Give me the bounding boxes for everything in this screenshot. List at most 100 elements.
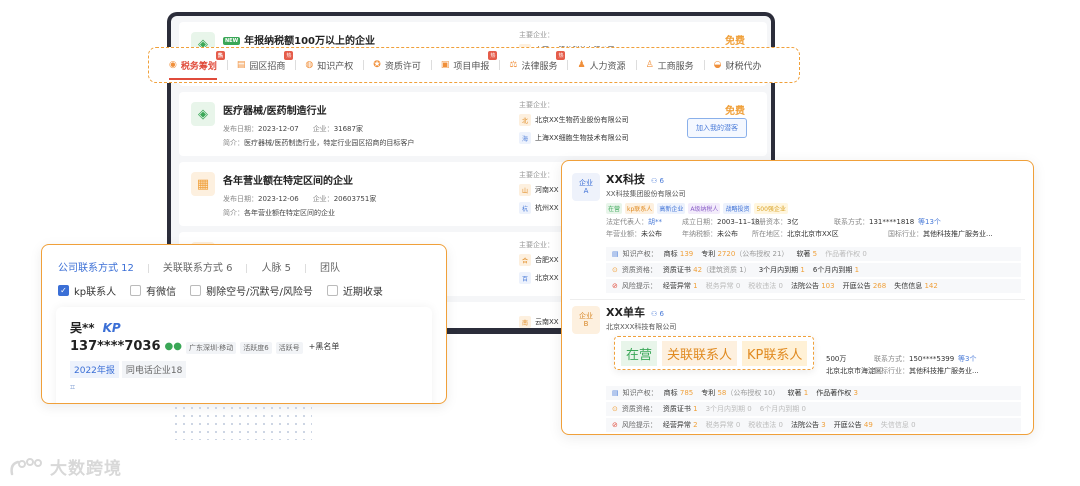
- stat-label: 失信信息: [894, 282, 923, 290]
- risk-item[interactable]: 失信信息 0: [881, 420, 916, 430]
- tab-label: 法律服务: [521, 61, 558, 72]
- risk-item[interactable]: 开庭公告 268: [843, 281, 887, 291]
- filter-checkbox[interactable]: 近期收录: [326, 283, 383, 298]
- main-company-item[interactable]: 海上海XX细胞生物技术有限公司: [519, 132, 629, 144]
- tab-6[interactable]: ⚖ 法律服务热: [509, 50, 569, 72]
- contact-tab[interactable]: 团队: [320, 259, 340, 274]
- risk-item[interactable]: 税务异常 0: [706, 420, 741, 430]
- year-badge[interactable]: 2022年报: [70, 361, 119, 378]
- building-icon: ▦: [191, 172, 215, 196]
- tab-2[interactable]: ▤ 园区招商热: [237, 50, 297, 72]
- contact-name-text: 吴**: [70, 321, 95, 335]
- qual-item[interactable]: 3个月内到期 1: [759, 265, 805, 275]
- stat-label: 6个月内到期: [759, 405, 800, 413]
- main-company-item[interactable]: 杭杭州XX: [519, 202, 559, 214]
- ip-item[interactable]: 商标 785: [664, 388, 694, 398]
- qual-item[interactable]: 3个月内到期 0: [706, 404, 752, 414]
- ip-item[interactable]: 软著 1: [788, 388, 809, 398]
- info-field[interactable]: 等13个: [918, 217, 941, 227]
- risk-item[interactable]: 法院公告 3: [791, 420, 826, 430]
- tab-7[interactable]: ♟ 人力资源: [577, 59, 637, 72]
- qual-item[interactable]: 资质证书 1: [663, 404, 698, 414]
- checkbox-icon[interactable]: [190, 285, 202, 296]
- company-name: 河南XX: [535, 186, 559, 194]
- info-field[interactable]: 法定代表人：胡**: [606, 217, 662, 227]
- filter-checkbox[interactable]: 有微信: [130, 283, 176, 298]
- person-icon: ♙: [645, 60, 654, 70]
- desc-text: 医疗器械/医药制造行业，特定行业园区招商的目标客户: [244, 139, 415, 147]
- main-company-item[interactable]: 合合肥XX: [519, 254, 559, 266]
- group-icon[interactable]: ⚇ 6: [651, 177, 664, 185]
- service-category-tabs: ◉ 税务筹划热 ▤ 园区招商热 ◍ 知识产权 ✪ 资质许可 ▣ 项目申报热 ⚖ 法律服务热 ♟ 人力资源 ♙…: [148, 47, 800, 83]
- year-badge[interactable]: 同电话企业18: [121, 361, 187, 378]
- stat-label: 软著: [796, 250, 811, 258]
- blacklist-button[interactable]: +黑名单: [309, 341, 340, 352]
- ip-item[interactable]: 专利 2720（公布授权 21）: [701, 249, 788, 259]
- filter-checkbox[interactable]: 剔除空号/沉默号/风险号: [190, 283, 313, 298]
- risk-item[interactable]: 法院公告 103: [791, 281, 835, 291]
- ip-item[interactable]: 作品著作权 0: [825, 249, 867, 259]
- risk-item[interactable]: 开庭公告 49: [834, 420, 873, 430]
- stat-count: 268: [872, 282, 887, 290]
- phone-number[interactable]: 137****7036: [70, 339, 161, 354]
- risk-item[interactable]: 税务异常 0: [706, 281, 741, 291]
- risk-item[interactable]: 经营异常 1: [663, 281, 698, 291]
- watermark-text: 大数跨境: [50, 459, 122, 479]
- company-count: 20603751家: [333, 195, 377, 203]
- product-title[interactable]: NEW 年报纳税额100万以上的企业: [223, 32, 375, 47]
- risk-item[interactable]: 失信信息 142: [894, 281, 938, 291]
- publish-date: 2023-12-07: [258, 125, 299, 133]
- filter-checkbox[interactable]: ✓ kp联系人: [58, 283, 116, 298]
- pill-icon: ◈: [191, 102, 215, 126]
- stat-label: 开庭公告: [842, 282, 871, 290]
- qual-item[interactable]: 6个月内到期 1: [813, 265, 859, 275]
- contact-tab[interactable]: 公司联系方式 12: [58, 259, 149, 274]
- group-icon[interactable]: ⚇ 6: [651, 310, 664, 318]
- company-name[interactable]: XX科技 ⚇ 6: [606, 171, 664, 187]
- date-label: 发布日期：: [223, 195, 258, 203]
- info-field[interactable]: 等3个: [958, 354, 976, 364]
- company-item-a[interactable]: 企业 A XX科技 ⚇ 6 XX科技集团股份有限公司 在营 kp联系人 高新企业 A级纳税人 战略…: [570, 167, 1025, 295]
- product-title[interactable]: 医疗器械/医药制造行业: [223, 102, 327, 117]
- tab-1[interactable]: ◉ 税务筹划热: [169, 50, 228, 80]
- risk-item[interactable]: 经营异常 2: [663, 420, 698, 430]
- contact-phone-row: 137****7036 ●● 广东深圳·移动 活跃度6 活跃号 +黑名单: [70, 339, 339, 354]
- risk-item[interactable]: 税收违法 0: [748, 281, 783, 291]
- product-title[interactable]: 各年营业额在特定区间的企业: [223, 172, 353, 187]
- contact-tab[interactable]: 人脉 5: [261, 259, 306, 274]
- main-company-item[interactable]: 南云南XX: [519, 316, 559, 328]
- checkbox-icon[interactable]: [130, 285, 142, 296]
- checkbox-icon[interactable]: ✓: [58, 285, 69, 296]
- company-name[interactable]: XX单车 ⚇ 6: [606, 304, 664, 320]
- contact-tab[interactable]: 关联联系方式 6: [163, 259, 248, 274]
- tab-9[interactable]: ◒ 财税代办: [714, 59, 762, 72]
- company-badge: 杭: [519, 202, 531, 214]
- ip-item[interactable]: 软著 5: [796, 249, 817, 259]
- contact-entry[interactable]: 吴** KP 137****7036 ●● 广东深圳·移动 活跃度6 活跃号 +黑名单…: [56, 307, 432, 403]
- ip-item[interactable]: 作品著作权 3: [816, 388, 858, 398]
- main-company-item[interactable]: 百北京XX: [519, 272, 559, 284]
- scan-icon[interactable]: ⌗: [70, 383, 82, 395]
- company-name-text: XX单车: [606, 306, 645, 319]
- ip-item[interactable]: 商标 139: [664, 249, 694, 259]
- qual-item[interactable]: 资质证书 42（建筑资质 1）: [663, 265, 751, 275]
- add-to-leads-button[interactable]: 加入我的潜客: [687, 118, 747, 138]
- tab-divider: [246, 263, 248, 273]
- checkbox-icon[interactable]: [326, 285, 338, 296]
- main-company-item[interactable]: 北北京XX生物药业股份有限公司: [519, 114, 629, 126]
- qual-label: 资质资格：: [621, 405, 657, 413]
- product-row[interactable]: ◈ 医疗器械/医药制造行业 发布日期：2023-12-07 企业：31687家 简介：医…: [179, 92, 767, 156]
- tab-5[interactable]: ▣ 项目申报热: [441, 50, 501, 72]
- tab-8[interactable]: ♙ 工商服务: [645, 59, 705, 72]
- company-item-b[interactable]: 企业 B XX单车 ⚇ 6 北京XXX科技有限公司 在营 关联联系人 KP联系人 500万 联系方…: [570, 299, 1025, 432]
- stat-label: 法院公告: [790, 282, 819, 290]
- logo-top: 企业: [579, 178, 593, 187]
- tab-4[interactable]: ✪ 资质许可: [373, 59, 432, 72]
- tab-3[interactable]: ◍ 知识产权: [305, 59, 365, 72]
- desc-label: 简介：: [223, 139, 244, 147]
- hot-icon: 热: [215, 50, 225, 60]
- risk-item[interactable]: 税收违法 0: [748, 420, 783, 430]
- main-company-item[interactable]: 山河南XX: [519, 184, 559, 196]
- ip-item[interactable]: 专利 58（公布授权 10）: [701, 388, 779, 398]
- qual-item[interactable]: 6个月内到期 0: [760, 404, 806, 414]
